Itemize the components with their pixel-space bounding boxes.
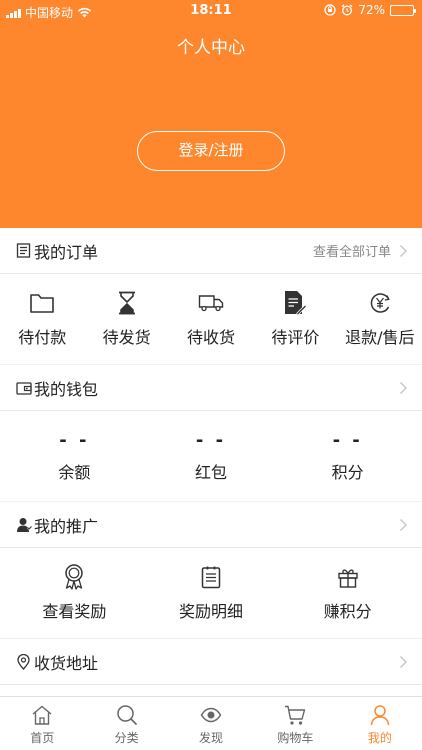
order-pending-shipment-label: 待发货 — [102, 328, 151, 347]
orders-section: 我的订单 查看全部订单 待付款 待发货 待收货 待评价 退款/售后 — [0, 228, 422, 364]
earn-points-label: 赚积分 — [323, 602, 372, 621]
earn-points[interactable]: 赚积分 — [279, 564, 416, 622]
address-section: 收货地址 — [0, 639, 422, 696]
view-all-orders-link[interactable]: 查看全部订单 — [313, 241, 391, 260]
order-refund-aftersale-label: 退款/售后 — [345, 328, 415, 347]
tab-category[interactable]: 分类 — [84, 697, 168, 750]
chevron-right-icon — [399, 381, 408, 394]
gift-icon — [337, 564, 359, 590]
address-title: 收货地址 — [34, 653, 99, 673]
tab-home-label: 首页 — [30, 731, 55, 745]
status-bar: 中国移动 18:11 72% — [0, 0, 422, 22]
tab-cart[interactable]: 购物车 — [253, 697, 337, 750]
view-rewards[interactable]: 查看奖励 — [6, 564, 143, 622]
alarm-icon — [341, 4, 353, 16]
wallet-red-packet[interactable]: - - 红包 — [143, 430, 280, 483]
orders-header[interactable]: 我的订单 查看全部订单 — [0, 228, 422, 274]
wallet-header[interactable]: 我的钱包 — [0, 365, 422, 411]
wallet-balance-label: 余额 — [58, 462, 91, 482]
search-icon — [116, 705, 137, 726]
order-pending-receipt-label: 待收货 — [187, 328, 236, 347]
wallet-grid: - - 余额 - - 红包 - - 积分 — [0, 411, 422, 501]
reward-details[interactable]: 奖励明细 — [143, 564, 280, 622]
wallet-icon — [15, 379, 32, 396]
promotion-section: 我的推广 查看奖励 奖励明细 赚积分 — [0, 502, 422, 638]
orders-title: 我的订单 — [34, 242, 99, 262]
wallet-title: 我的钱包 — [34, 379, 99, 399]
order-pending-shipment[interactable]: 待发货 — [84, 290, 168, 348]
wallet-section: 我的钱包 - - 余额 - - 红包 - - 积分 — [0, 365, 422, 501]
tab-category-label: 分类 — [114, 731, 139, 745]
cart-icon — [285, 705, 306, 725]
wallet-red-packet-value: - - — [195, 429, 227, 451]
tab-cart-label: 购物车 — [277, 731, 314, 745]
battery-percent: 72% — [358, 3, 385, 17]
order-pending-payment[interactable]: 待付款 — [0, 290, 84, 348]
page-title: 个人中心 — [177, 38, 245, 58]
person-icon — [370, 705, 390, 726]
promoter-user-icon — [15, 516, 32, 533]
battery-icon — [390, 4, 416, 16]
tab-mine-label: 我的 — [367, 731, 392, 745]
login-register-button[interactable]: 登录/注册 — [137, 131, 285, 171]
profile-header: 中国移动 18:11 72% 个人中心 登录/注册 — [0, 0, 422, 228]
wallet-balance-value: - - — [59, 429, 90, 451]
address-row[interactable]: 收货地址 — [0, 639, 422, 685]
clipboard-list-icon — [201, 564, 221, 590]
tab-discover-label: 发现 — [199, 731, 224, 745]
promotion-title: 我的推广 — [34, 516, 99, 536]
chevron-right-icon — [399, 244, 408, 257]
tab-discover[interactable]: 发现 — [169, 697, 253, 750]
order-pending-review-label: 待评价 — [271, 328, 320, 347]
tab-home[interactable]: 首页 — [0, 697, 84, 750]
rotation-lock-icon — [324, 4, 336, 16]
home-icon — [32, 705, 52, 725]
wallet-points[interactable]: - - 积分 — [279, 430, 416, 483]
hourglass-icon — [117, 290, 137, 316]
document-pen-icon — [283, 290, 308, 316]
status-right: 72% — [324, 3, 416, 17]
wallet-points-label: 积分 — [331, 462, 364, 482]
chevron-right-icon — [399, 518, 408, 531]
tab-mine[interactable]: 我的 — [338, 697, 422, 750]
view-rewards-label: 查看奖励 — [42, 602, 107, 621]
award-ribbon-icon — [63, 564, 85, 590]
promotion-grid: 查看奖励 奖励明细 赚积分 — [0, 548, 422, 638]
order-refund-aftersale[interactable]: 退款/售后 — [338, 290, 422, 348]
reward-details-label: 奖励明细 — [179, 602, 244, 621]
location-pin-icon — [15, 653, 32, 670]
order-pending-review[interactable]: 待评价 — [253, 290, 337, 348]
eye-icon — [200, 707, 222, 723]
chevron-right-icon — [399, 655, 408, 668]
refund-yen-icon — [368, 290, 392, 316]
bottom-tab-bar: 首页 分类 发现 购物车 我的 — [0, 696, 422, 750]
order-pending-receipt[interactable]: 待收货 — [169, 290, 253, 348]
folder-icon — [29, 290, 55, 316]
wallet-red-packet-label: 红包 — [195, 462, 228, 482]
wallet-points-value: - - — [332, 429, 363, 451]
order-pending-payment-label: 待付款 — [18, 328, 67, 347]
order-list-icon — [15, 242, 32, 259]
delivery-truck-icon — [198, 290, 224, 316]
order-status-grid: 待付款 待发货 待收货 待评价 退款/售后 — [0, 274, 422, 364]
wallet-balance[interactable]: - - 余额 — [6, 430, 143, 483]
promotion-header[interactable]: 我的推广 — [0, 502, 422, 548]
